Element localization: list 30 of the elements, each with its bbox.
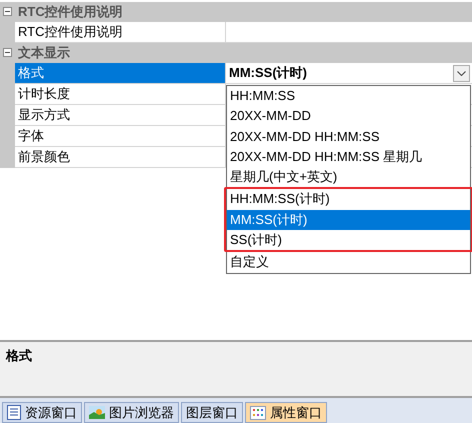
- category-title: RTC控件使用说明: [18, 5, 123, 18]
- dropdown-option[interactable]: 自定义: [227, 252, 470, 273]
- description-title: 格式: [6, 348, 32, 363]
- dropdown-option[interactable]: 星期几(中文+英文): [227, 167, 470, 188]
- property-name[interactable]: 字体: [15, 126, 225, 147]
- window-tab[interactable]: 属性窗口: [245, 402, 327, 423]
- dropdown-option[interactable]: 20XX-MM-DD HH:MM:SS: [227, 126, 470, 147]
- window-tab[interactable]: 资源窗口: [2, 402, 82, 423]
- dropdown-option[interactable]: 20XX-MM-DD: [227, 106, 470, 127]
- collapse-icon[interactable]: [3, 48, 12, 57]
- property-name[interactable]: 显示方式: [15, 105, 225, 126]
- category-title: 文本显示: [18, 46, 70, 59]
- dropdown-option[interactable]: SS(计时): [227, 230, 470, 250]
- category-header[interactable]: 文本显示: [0, 43, 472, 63]
- property-name[interactable]: 前景颜色: [15, 147, 225, 168]
- document-icon: [7, 405, 21, 420]
- dropdown-option[interactable]: 20XX-MM-DD HH:MM:SS 星期几: [227, 146, 470, 168]
- window-tab[interactable]: 图片浏览器: [84, 402, 179, 423]
- dropdown-option[interactable]: HH:MM:SS(计时): [227, 189, 470, 210]
- grid-icon: [250, 406, 266, 420]
- dropdown-option[interactable]: MM:SS(计时): [227, 210, 470, 230]
- image-icon: [89, 406, 105, 419]
- collapse-icon[interactable]: [3, 7, 12, 16]
- property-name[interactable]: 计时长度: [15, 84, 225, 105]
- window-tab[interactable]: 图层窗口: [181, 402, 243, 423]
- value-combobox[interactable]: MM:SS(计时): [226, 63, 472, 84]
- property-name[interactable]: RTC控件使用说明: [15, 22, 225, 43]
- category-header[interactable]: RTC控件使用说明: [0, 2, 472, 22]
- dropdown-option[interactable]: HH:MM:SS: [227, 86, 470, 106]
- property-name[interactable]: 格式: [15, 63, 225, 84]
